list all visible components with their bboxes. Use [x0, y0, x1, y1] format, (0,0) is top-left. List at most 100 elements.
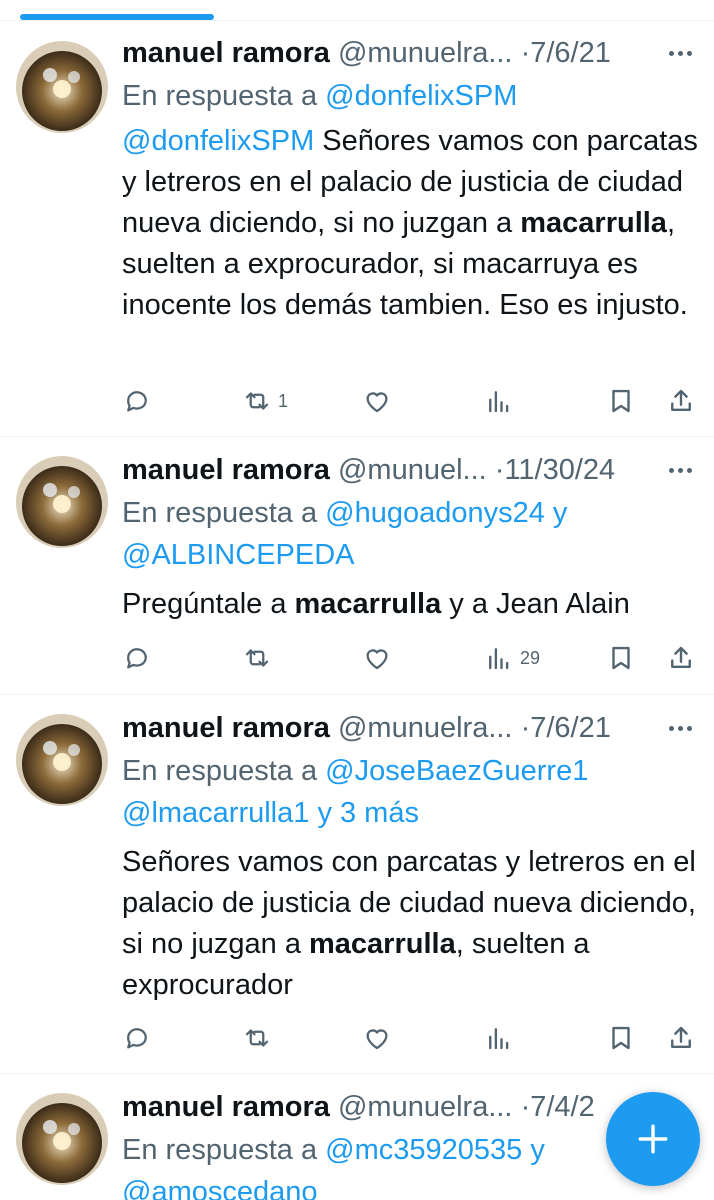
- retweet-count: 1: [278, 390, 289, 411]
- tweet-date[interactable]: 7/6/21: [530, 37, 611, 69]
- author-name[interactable]: manuel ramora: [122, 37, 330, 69]
- reply-mention[interactable]: @lmacarrulla1 y 3 más: [122, 797, 419, 829]
- action-bar: 29: [122, 638, 698, 678]
- more-options-icon[interactable]: [662, 454, 698, 486]
- views-button[interactable]: [484, 381, 514, 421]
- views-icon: [489, 391, 509, 413]
- tweet[interactable]: manuel ramora @munuel... ·11/30/24 En re…: [0, 438, 714, 695]
- avatar-image: [16, 41, 108, 133]
- like-button[interactable]: [362, 638, 392, 678]
- reply-context: En respuesta a @hugoadonys24 y @ALBINCEP…: [122, 492, 698, 576]
- tweet-header: manuel ramora @munuel... ·11/30/24: [122, 452, 698, 492]
- reply-icon: [127, 1028, 147, 1049]
- share-button[interactable]: [666, 1018, 696, 1058]
- separator-dot: ·: [494, 454, 505, 486]
- bookmark-icon: [612, 646, 630, 670]
- views-icon: [489, 648, 509, 670]
- tweet[interactable]: manuel ramora @munuelra... ·7/6/21 En re…: [0, 21, 714, 437]
- tweet-text: Señores vamos con parcatas y letreros en…: [122, 842, 698, 1006]
- action-bar: 1: [122, 381, 698, 421]
- author-handle[interactable]: @munuel...: [338, 454, 487, 486]
- action-bar: [122, 1018, 698, 1058]
- reply-context: En respuesta a @JoseBaezGuerre1 @lmacarr…: [122, 750, 698, 834]
- timeline-page: manuel ramora @munuelra... ·7/6/21 En re…: [0, 0, 714, 1200]
- bookmark-button[interactable]: [606, 1018, 636, 1058]
- tweet-text-part: Pregúntale a: [122, 588, 295, 620]
- body-mention[interactable]: @donfelixSPM: [122, 125, 314, 157]
- reply-mention[interactable]: @hugoadonys24 y: [325, 497, 567, 529]
- share-button[interactable]: [666, 381, 696, 421]
- compose-button[interactable]: [606, 1092, 700, 1186]
- tweet-date[interactable]: 7/6/21: [530, 712, 611, 744]
- tweet-text: Pregúntale a macarrulla y a Jean Alain: [122, 584, 698, 625]
- avatar[interactable]: [16, 714, 108, 806]
- author-handle[interactable]: @munuelra...: [338, 37, 513, 69]
- retweet-icon: [245, 649, 269, 667]
- reply-icon: [127, 648, 147, 669]
- share-icon: [671, 646, 691, 668]
- retweet-button[interactable]: [242, 638, 272, 678]
- tweet-text-bold: macarrulla: [294, 588, 442, 620]
- reply-icon: [127, 391, 147, 412]
- reply-mention[interactable]: @ALBINCEPEDA: [122, 539, 355, 571]
- tweet-text-part: y a Jean Alain: [441, 588, 630, 620]
- views-count: 29: [520, 647, 541, 668]
- like-button[interactable]: [362, 1018, 392, 1058]
- reply-mention[interactable]: @donfelixSPM: [325, 80, 517, 112]
- avatar-image: [16, 714, 108, 806]
- views-button[interactable]: 29: [484, 638, 540, 678]
- like-button[interactable]: [362, 381, 392, 421]
- reply-prefix: En respuesta a: [122, 755, 318, 787]
- author-name[interactable]: manuel ramora: [122, 712, 330, 744]
- reply-context: En respuesta a @donfelixSPM: [122, 75, 698, 117]
- views-icon: [489, 1028, 509, 1050]
- separator-dot: ·: [520, 37, 531, 69]
- avatar-image: [16, 1093, 108, 1185]
- like-icon: [366, 649, 388, 670]
- retweet-button[interactable]: 1: [242, 381, 288, 421]
- retweet-icon: [245, 392, 269, 410]
- tweet-date[interactable]: 11/30/24: [504, 454, 615, 486]
- tweet[interactable]: manuel ramora @munuelra... ·7/6/21 En re…: [0, 696, 714, 1074]
- views-button[interactable]: [484, 1018, 514, 1058]
- reply-button[interactable]: [122, 638, 152, 678]
- avatar[interactable]: [16, 1093, 108, 1185]
- tweet-text-bold: macarrulla: [520, 207, 667, 239]
- reply-mention[interactable]: @amoscedano: [122, 1176, 318, 1200]
- reply-prefix: En respuesta a: [122, 80, 318, 112]
- bookmark-button[interactable]: [606, 638, 636, 678]
- tweet-date[interactable]: 7/4/2: [530, 1091, 595, 1123]
- more-options-icon[interactable]: [662, 37, 698, 69]
- reply-button[interactable]: [122, 1018, 152, 1058]
- reply-mention[interactable]: @mc35920535 y: [325, 1134, 545, 1166]
- avatar-image: [16, 456, 108, 548]
- like-icon: [366, 1029, 388, 1050]
- tweet-header: manuel ramora @munuelra... ·7/6/21: [122, 35, 698, 75]
- reply-prefix: En respuesta a: [122, 497, 318, 529]
- avatar[interactable]: [16, 456, 108, 548]
- share-icon: [671, 389, 691, 411]
- retweet-button[interactable]: [242, 1018, 272, 1058]
- author-handle[interactable]: @munuelra...: [338, 712, 513, 744]
- like-icon: [366, 392, 388, 413]
- tweet-header: manuel ramora @munuelra... ·7/6/21: [122, 710, 698, 750]
- tweet-text-bold: macarrulla: [309, 928, 456, 960]
- bookmark-icon: [612, 1026, 630, 1050]
- author-name[interactable]: manuel ramora: [122, 454, 330, 486]
- more-options-icon[interactable]: [662, 712, 698, 744]
- reply-mention[interactable]: @JoseBaezGuerre1: [325, 755, 588, 787]
- tweet-text: @donfelixSPM Señores vamos con parcatas …: [122, 121, 698, 326]
- author-name[interactable]: manuel ramora: [122, 1091, 330, 1123]
- avatar[interactable]: [16, 41, 108, 133]
- share-icon: [671, 1026, 691, 1048]
- separator-dot: ·: [520, 712, 531, 744]
- reply-prefix: En respuesta a: [122, 1134, 318, 1166]
- separator-dot: ·: [520, 1091, 531, 1123]
- plus-icon: [638, 1124, 668, 1154]
- bookmark-icon: [612, 389, 630, 413]
- author-handle[interactable]: @munuelra...: [338, 1091, 513, 1123]
- reply-button[interactable]: [122, 381, 152, 421]
- share-button[interactable]: [666, 638, 696, 678]
- bookmark-button[interactable]: [606, 381, 636, 421]
- retweet-icon: [245, 1029, 269, 1047]
